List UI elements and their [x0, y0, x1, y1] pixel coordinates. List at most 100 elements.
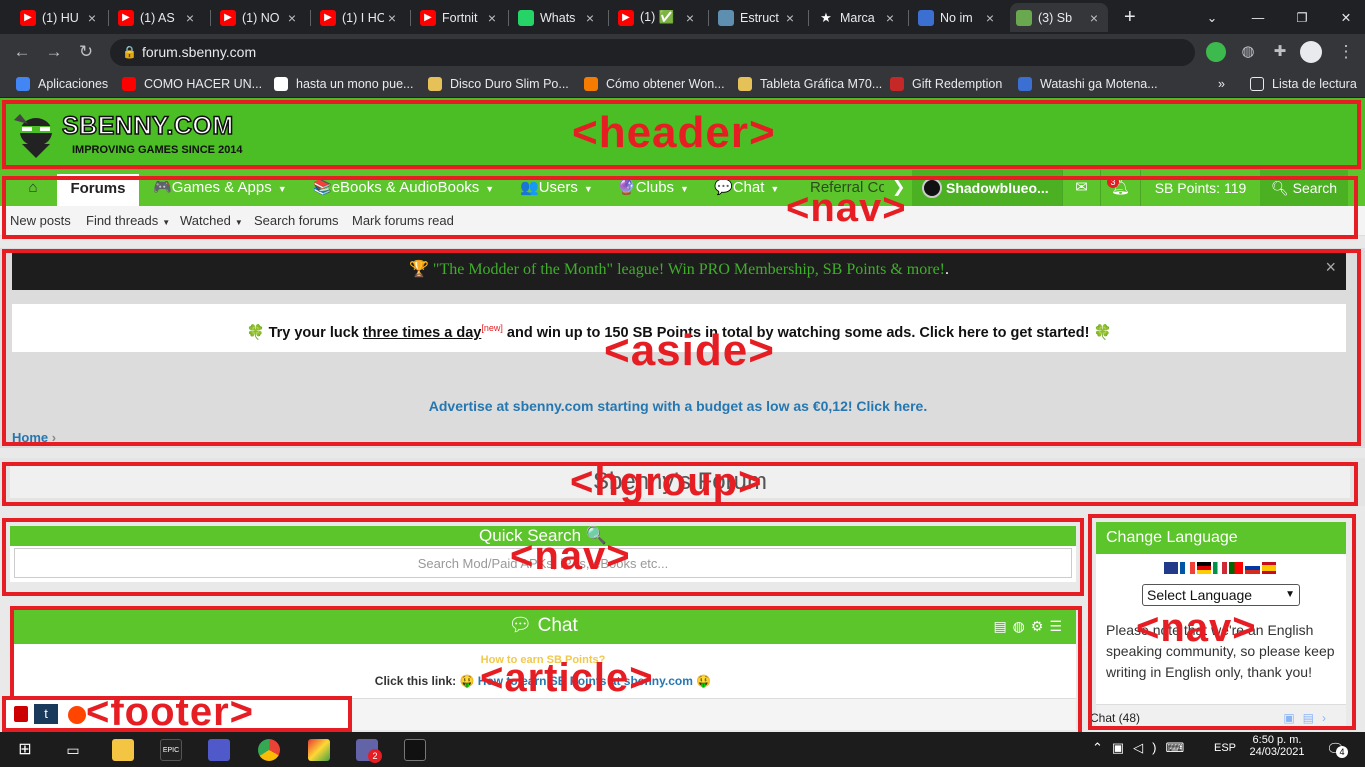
browser-tab[interactable]: ▶ (1) I HO ×: [314, 3, 406, 32]
close-tab-icon[interactable]: ×: [284, 10, 300, 26]
notice-banner[interactable]: 🏆 "The Modder of the Month" league! Win …: [12, 252, 1346, 290]
windows-start-icon[interactable]: ⊞: [14, 739, 36, 761]
flag-icons[interactable]: [1164, 562, 1276, 574]
close-tab-icon[interactable]: ×: [882, 10, 898, 26]
close-tab-icon[interactable]: ×: [84, 10, 100, 26]
discord-icon[interactable]: 2: [356, 739, 382, 763]
flag-pt-icon[interactable]: [1229, 562, 1244, 574]
flag-uk-icon[interactable]: [1164, 562, 1179, 574]
epic-games-icon[interactable]: EPIC: [160, 739, 182, 761]
minimize-icon[interactable]: —: [1246, 3, 1270, 32]
bell-icon[interactable]: 🔔︎ 3: [1100, 170, 1140, 206]
bookmark-item[interactable]: Aplicaciones: [16, 75, 108, 93]
browser-tab[interactable]: ▶ (1) AS ×: [112, 3, 204, 32]
language-select[interactable]: Select Language ▼: [1142, 584, 1300, 606]
flag-de-icon[interactable]: [1196, 562, 1211, 574]
close-window-icon[interactable]: ✕: [1334, 3, 1358, 32]
file-explorer-icon[interactable]: [112, 739, 134, 761]
bookmark-item[interactable]: COMO HACER UN...: [122, 75, 262, 93]
nav-ebooks[interactable]: 📚eBooks & AudioBooks ▼: [313, 170, 494, 206]
puzzle-icon[interactable]: ✚: [1268, 40, 1292, 64]
twitter-icon[interactable]: t: [34, 704, 58, 724]
bookmark-item[interactable]: hasta un mono pue...: [274, 75, 413, 93]
clock[interactable]: 6:50 p. m. 24/03/2021: [1246, 734, 1308, 758]
close-tab-icon[interactable]: ×: [1086, 10, 1102, 26]
nav-chat[interactable]: 💬Chat ▼: [714, 170, 779, 206]
chat-tools-icons[interactable]: ▤◍⚙☰: [993, 608, 1068, 644]
bookmark-item[interactable]: Tableta Gráfica M70...: [738, 75, 882, 93]
terminal-icon[interactable]: [404, 739, 426, 761]
youtube-icon[interactable]: [14, 706, 28, 722]
subnav-new-posts[interactable]: New posts: [10, 206, 71, 236]
flag-es-icon[interactable]: [1261, 562, 1276, 574]
nav-forums[interactable]: Forums: [57, 174, 139, 206]
chat-count-bar[interactable]: Chat (48) ▣▤›: [1090, 704, 1346, 731]
nav-games-apps[interactable]: 🎮Games & Apps ▼: [153, 170, 287, 206]
chat-bar-icons[interactable]: ▣▤›: [1283, 705, 1334, 731]
flag-it-icon[interactable]: [1212, 562, 1228, 574]
browser-tab[interactable]: ▶ (1) NO ×: [214, 3, 306, 32]
chrome-icon[interactable]: [258, 739, 280, 761]
notification-center-icon[interactable]: 🗨︎4: [1326, 740, 1348, 758]
task-view-icon[interactable]: ▭: [62, 739, 84, 761]
sb-points[interactable]: SB Points: 119: [1140, 170, 1260, 206]
system-tray-icons[interactable]: ⌃▣◁)⌨: [1092, 740, 1193, 756]
breadcrumb-home[interactable]: Home: [12, 430, 48, 445]
back-icon[interactable]: ←: [10, 40, 34, 64]
breadcrumb[interactable]: Home ›: [12, 430, 56, 445]
site-logo-text[interactable]: SBENNY.COM: [61, 111, 234, 141]
flag-fr-icon[interactable]: [1180, 562, 1195, 574]
menu-icon[interactable]: ⋮: [1334, 40, 1358, 64]
subnav-watched[interactable]: Watched ▼: [180, 206, 243, 238]
subnav-search-forums[interactable]: Search forums: [254, 206, 339, 236]
new-tab-button[interactable]: +: [1118, 3, 1142, 32]
browser-tab[interactable]: No im ×: [912, 3, 1004, 32]
nav-users[interactable]: 👥Users ▼: [520, 170, 593, 206]
promo-link[interactable]: three times a day: [363, 325, 481, 341]
close-tab-icon[interactable]: ×: [582, 10, 598, 26]
reload-icon[interactable]: ↻: [74, 40, 98, 64]
browser-tab[interactable]: ★ Marca ×: [812, 3, 904, 32]
close-tab-icon[interactable]: ×: [782, 10, 798, 26]
close-tab-icon[interactable]: ×: [982, 10, 998, 26]
close-tab-icon[interactable]: ×: [682, 10, 698, 26]
flag-ru-icon[interactable]: [1245, 562, 1260, 574]
extension-globe-icon[interactable]: ◍: [1236, 40, 1260, 64]
close-tab-icon[interactable]: ×: [182, 10, 198, 26]
forward-icon[interactable]: →: [42, 40, 66, 64]
profile-avatar[interactable]: [1300, 41, 1322, 63]
reading-list-button[interactable]: Lista de lectura: [1250, 75, 1357, 93]
restore-icon[interactable]: ❐: [1290, 3, 1314, 32]
envelope-icon[interactable]: ✉: [1062, 170, 1100, 206]
browser-tab[interactable]: Whats ×: [512, 3, 604, 32]
bookmark-item[interactable]: Watashi ga Motena...: [1018, 75, 1158, 93]
advertise-link[interactable]: Advertise at sbenny.com starting with a …: [0, 398, 1356, 414]
bookmark-item[interactable]: Gift Redemption: [890, 75, 1002, 93]
subnav-mark-read[interactable]: Mark forums read: [352, 206, 454, 236]
close-icon[interactable]: ×: [1325, 252, 1336, 282]
bookmark-item[interactable]: Disco Duro Slim Po...: [428, 75, 569, 93]
reddit-icon[interactable]: [68, 706, 86, 724]
address-bar[interactable]: 🔒 forum.sbenny.com: [110, 39, 1195, 66]
browser-tab[interactable]: (3) Sb ×: [1010, 3, 1108, 32]
language-indicator[interactable]: ESP: [1214, 742, 1236, 754]
close-tab-icon[interactable]: ×: [484, 10, 500, 26]
browser-tab[interactable]: ▶ (1) HU ×: [14, 3, 106, 32]
app-icon[interactable]: [308, 739, 330, 761]
teams-icon[interactable]: [208, 739, 230, 761]
site-icon: [718, 9, 734, 26]
tab-search-icon[interactable]: ⌄: [1200, 3, 1224, 32]
bookmark-item[interactable]: Cómo obtener Won...: [584, 75, 725, 93]
extension-icon[interactable]: [1206, 42, 1226, 62]
home-icon[interactable]: ⌂: [14, 170, 52, 206]
nav-clubs[interactable]: 🔮Clubs ▼: [617, 170, 689, 206]
subnav-find-threads[interactable]: Find threads ▼: [86, 206, 170, 238]
browser-tab[interactable]: Estruct ×: [712, 3, 804, 32]
browser-tab[interactable]: ▶ Fortnit ×: [414, 3, 506, 32]
user-menu[interactable]: Shadowblueo...: [912, 170, 1062, 206]
search-button[interactable]: 🔍︎ Search: [1260, 170, 1348, 206]
bookmarks-more-button[interactable]: »: [1218, 75, 1225, 93]
browser-tab[interactable]: ▶ (1) ✅ ×: [612, 3, 704, 32]
close-tab-icon[interactable]: ×: [384, 10, 400, 26]
sbenny-logo-icon[interactable]: [12, 110, 60, 162]
